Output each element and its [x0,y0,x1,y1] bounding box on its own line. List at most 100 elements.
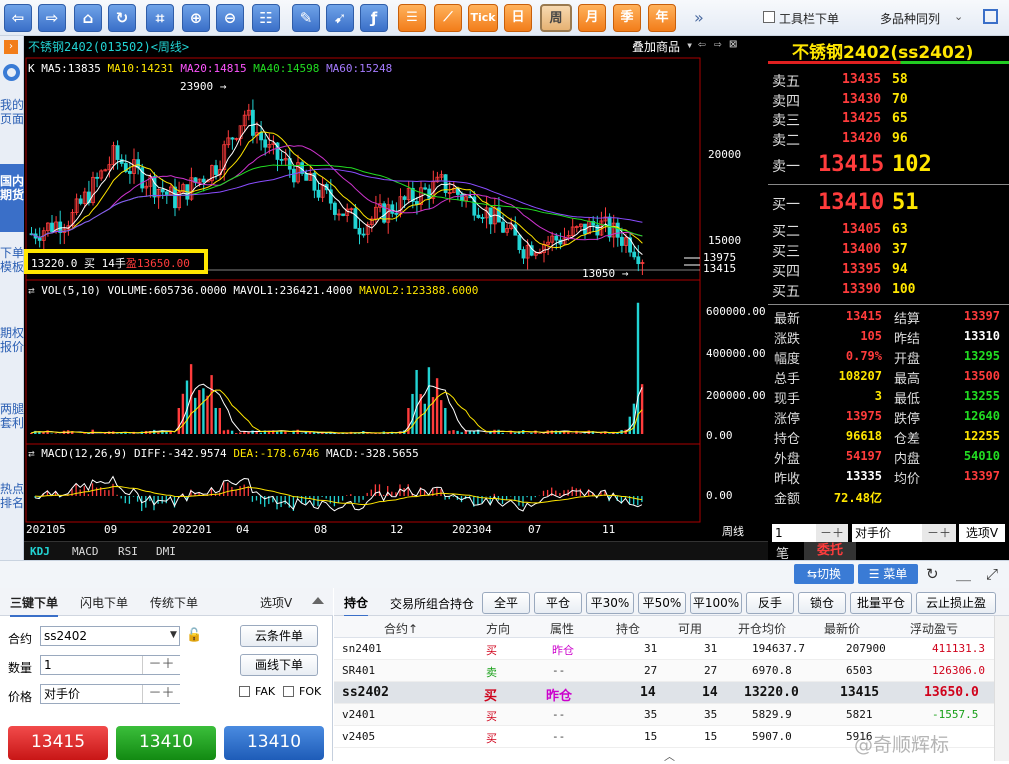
ask2-price[interactable]: 13420 [842,131,881,146]
gear-icon[interactable] [3,64,20,81]
rail-item-order-template[interactable]: 下单模板 [0,246,24,274]
zoom-in-icon[interactable]: ⊕ [182,4,210,32]
position-box[interactable]: 13220.0 买 14手盈13650.00 [24,249,208,274]
zoom-out-icon[interactable]: ⊖ [216,4,244,32]
tab-rsi[interactable]: RSI [118,545,138,558]
close-price-button[interactable]: 13410 [224,726,324,760]
kline-chart-panel[interactable]: 不锈钢2402(013502)<周线> 叠加商品 ▾ ⇦ ⇨ ⊠ K MA5:1… [24,36,768,560]
col-position[interactable]: 持仓 [616,620,640,637]
reverse-button[interactable]: 反手 [746,592,794,614]
table-row[interactable]: sn2401买昨仓3131194637.7207900411131.3 [334,638,994,660]
col-direction[interactable]: 方向 [486,620,510,637]
crop-icon[interactable]: ⌗ [146,4,174,32]
refresh-small-icon[interactable]: ⇄ [28,284,35,297]
menu-button[interactable]: ☰ 菜单 [858,564,918,584]
ask5-price[interactable]: 13435 [842,72,881,87]
list-icon[interactable]: ☰ [398,4,426,32]
tick-button[interactable]: Tick [468,4,498,32]
tab-dmi[interactable]: DMI [156,545,176,558]
price-stepper-buttons[interactable]: －＋ [142,685,180,703]
tab-positions[interactable]: 持仓 [344,594,368,617]
more-chevron-icon[interactable]: » [694,8,704,27]
cloud-condition-button[interactable]: 云条件单 [240,625,318,647]
kline-chart-svg[interactable] [24,36,768,560]
tab-lightning[interactable]: 闪电下单 [80,594,128,611]
refresh-small-icon-2[interactable]: ⇄ [28,447,35,460]
rail-item-option-quotes[interactable]: 期权报价 [0,326,24,354]
close-100-button[interactable]: 平100% [690,592,742,614]
bid3-price[interactable]: 13400 [842,242,881,257]
overlay-select[interactable]: 叠加商品 [632,38,680,55]
period-month-button[interactable]: 月 [578,4,606,32]
refresh-icon[interactable]: ↻ [926,565,939,583]
settings-grid-icon[interactable]: ☷ [252,4,280,32]
col-contract[interactable]: 合约↑ [384,620,418,637]
ask3-price[interactable]: 13425 [842,111,881,126]
lock-position-button[interactable]: 锁仓 [798,592,846,614]
rail-item-domestic-futures[interactable]: 国内期货 [0,174,24,202]
col-open-avg[interactable]: 开仓均价 [738,620,786,637]
multi-layout-select[interactable]: 多品种同列 [880,10,940,27]
col-last[interactable]: 最新价 [824,620,860,637]
close-50-button[interactable]: 平50% [638,592,686,614]
switch-button[interactable]: ⇆切换 [794,564,854,584]
rail-item-hot-rank[interactable]: 热点排名 [0,482,24,510]
price-stepper[interactable]: －＋ [922,524,956,542]
fak-checkbox[interactable] [239,686,250,697]
contract-input[interactable]: ss2402 [40,626,180,646]
tab-exchange-combo[interactable]: 交易所组合持仓 [390,595,474,612]
tab-kdj[interactable]: KDJ [30,545,50,558]
bid2-price[interactable]: 13405 [842,222,881,237]
cloud-stop-button[interactable]: 云止损止盈 [916,592,996,614]
bid4-price[interactable]: 13395 [842,262,881,277]
function-icon[interactable]: ƒ [360,4,388,32]
batch-close-button[interactable]: 批量平仓 [850,592,912,614]
prev-arrow-icon[interactable]: ⇦ ⇨ ⊠ [698,37,737,52]
tab-macd[interactable]: MACD [72,545,99,558]
draw-icon[interactable]: ✎ [292,4,320,32]
collapse-triangle-icon[interactable] [312,597,324,604]
period-season-button[interactable]: 季 [613,4,641,32]
table-row[interactable]: SR401卖--27276970.86503126306.0 [334,660,994,682]
bid5-price[interactable]: 13390 [842,282,881,297]
expand-icon[interactable]: › [4,40,18,54]
lock-icon[interactable]: 🔓 [186,628,202,643]
tab-orders[interactable]: 委托 [804,542,856,560]
close-all-button[interactable]: 全平 [482,592,530,614]
close-button[interactable]: 平仓 [534,592,582,614]
qty-stepper-buttons[interactable]: －＋ [142,656,180,674]
maximize-icon[interactable]: ⤢ [986,565,998,583]
cursor-icon[interactable]: ➹ [326,4,354,32]
scroll-down-chevron-icon[interactable]: ︿ [664,748,675,764]
buy-price-button[interactable]: 13410 [116,726,216,760]
bid1-price[interactable]: 13410 [818,190,884,215]
ask4-price[interactable]: 13430 [842,92,881,107]
rail-item-spread-arb[interactable]: 两腿套利 [0,402,24,430]
overlay-chevron-icon[interactable]: ▾ [686,38,693,52]
chevron-down-icon[interactable]: ⌄ [954,10,963,23]
col-float-pnl[interactable]: 浮动盈亏 [910,620,958,637]
period-year-button[interactable]: 年 [648,4,676,32]
tab-tick[interactable]: 笔 [776,543,789,560]
col-available[interactable]: 可用 [678,620,702,637]
tab-traditional[interactable]: 传统下单 [150,594,198,611]
contract-dropdown-icon[interactable]: ▼ [170,630,177,640]
home-icon[interactable]: ⌂ [74,4,102,32]
period-day-button[interactable]: 日 [504,4,532,32]
refresh-icon[interactable]: ↻ [108,4,136,32]
minimize-icon[interactable]: ＿ [956,563,971,584]
table-row[interactable]: ss2402买昨仓141413220.01341513650.0 [334,682,994,704]
rail-item-my-page[interactable]: 我的页面 [0,98,24,126]
order-options-button[interactable]: 选项V [260,594,292,611]
close-30-button[interactable]: 平30% [586,592,634,614]
back-icon[interactable]: ⇦ [4,4,32,32]
line-order-button[interactable]: 画线下单 [240,654,318,676]
quote-options-button[interactable]: 选项V [959,524,1005,542]
period-week-button[interactable]: 周 [540,4,572,32]
forward-icon[interactable]: ⇨ [38,4,66,32]
ask1-price[interactable]: 13415 [818,152,884,177]
fok-checkbox[interactable] [283,686,294,697]
toolbar-order-checkbox[interactable] [763,11,775,23]
qty-stepper[interactable]: －＋ [816,524,848,542]
analysis-icon[interactable]: ⟋ [434,4,462,32]
